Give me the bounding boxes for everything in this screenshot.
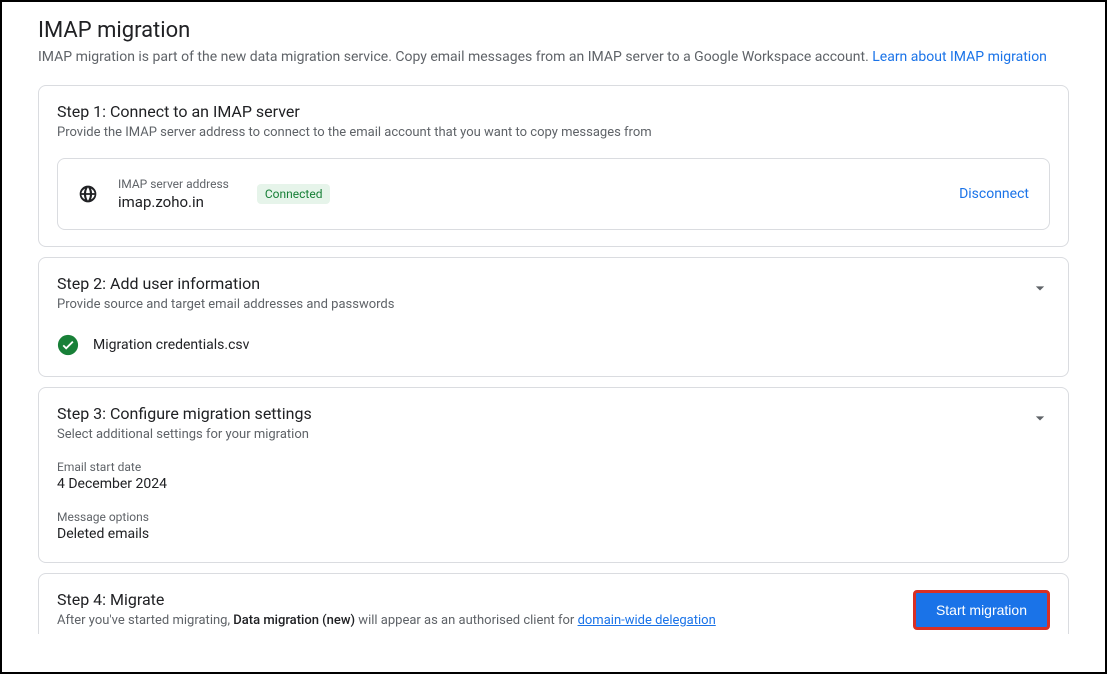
step4-desc-post: will appear as an authorised client for	[355, 613, 577, 628]
message-options-label: Message options	[57, 510, 1050, 524]
step4-desc: After you've started migrating, Data mig…	[57, 613, 901, 628]
step4-title: Step 4: Migrate	[57, 590, 901, 609]
page-subtitle: IMAP migration is part of the new data m…	[38, 49, 1069, 65]
step4-card: Step 4: Migrate After you've started mig…	[38, 573, 1069, 634]
start-migration-button[interactable]: Start migration	[913, 590, 1050, 630]
step2-card[interactable]: Step 2: Add user information Provide sou…	[38, 257, 1069, 377]
chevron-down-icon[interactable]	[1030, 278, 1050, 298]
status-badge: Connected	[257, 184, 331, 204]
step3-title: Step 3: Configure migration settings	[57, 404, 312, 423]
chevron-down-icon[interactable]	[1030, 408, 1050, 428]
step4-desc-bold: Data migration (new)	[233, 613, 355, 628]
step3-desc: Select additional settings for your migr…	[57, 427, 312, 442]
file-name: Migration credentials.csv	[93, 337, 249, 353]
server-address-value: imap.zoho.in	[118, 193, 229, 211]
learn-link[interactable]: Learn about IMAP migration	[872, 49, 1047, 65]
email-start-date-label: Email start date	[57, 460, 1050, 474]
step1-desc: Provide the IMAP server address to conne…	[57, 125, 652, 140]
domain-delegation-link[interactable]: domain-wide delegation	[578, 613, 716, 628]
step3-card[interactable]: Step 3: Configure migration settings Sel…	[38, 387, 1069, 563]
step2-title: Step 2: Add user information	[57, 274, 394, 293]
check-circle-icon	[57, 334, 79, 356]
message-options-value: Deleted emails	[57, 526, 1050, 542]
disconnect-button[interactable]: Disconnect	[959, 186, 1029, 202]
step1-title: Step 1: Connect to an IMAP server	[57, 102, 652, 121]
globe-icon	[78, 184, 98, 204]
page-title: IMAP migration	[38, 18, 1069, 43]
step1-card: Step 1: Connect to an IMAP server Provid…	[38, 85, 1069, 247]
server-address-label: IMAP server address	[118, 177, 229, 191]
email-start-date-value: 4 December 2024	[57, 476, 1050, 492]
step4-desc-pre: After you've started migrating,	[57, 613, 233, 628]
subtitle-text: IMAP migration is part of the new data m…	[38, 49, 872, 65]
step2-desc: Provide source and target email addresse…	[57, 297, 394, 312]
server-connection-box: IMAP server address imap.zoho.in Connect…	[57, 158, 1050, 230]
uploaded-file-row: Migration credentials.csv	[39, 312, 1068, 360]
